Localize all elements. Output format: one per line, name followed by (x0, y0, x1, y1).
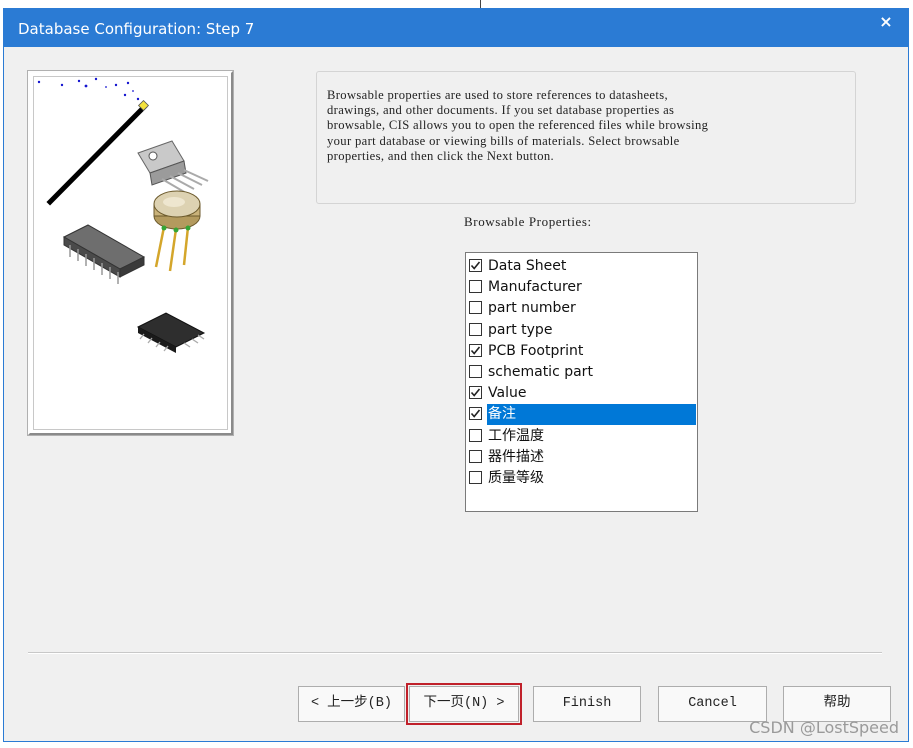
watermark: CSDN @LostSpeed (749, 718, 899, 737)
browsable-properties-list[interactable]: Data Sheet Manufacturer part number part ty… (465, 252, 698, 512)
browsable-properties-label: Browsable Properties: (464, 214, 592, 229)
checkbox-checked-icon[interactable] (469, 259, 482, 272)
property-item-label: schematic part (488, 364, 593, 380)
help-button[interactable]: 帮助 (783, 686, 891, 722)
property-item[interactable]: Value (467, 383, 696, 404)
title-bar[interactable]: Database Configuration: Step 7 × (4, 9, 908, 47)
cancel-button[interactable]: Cancel (658, 686, 767, 722)
checkbox-unchecked-icon[interactable] (469, 365, 482, 378)
property-item-label: Value (488, 385, 527, 402)
finish-button[interactable]: Finish (533, 686, 641, 722)
property-item[interactable]: schematic part (467, 362, 696, 383)
property-item-label: 工作温度 (488, 427, 544, 444)
next-button[interactable]: 下一页(N) > (406, 683, 522, 725)
checkbox-unchecked-icon[interactable] (469, 301, 482, 315)
property-item-label: part number (488, 300, 576, 317)
property-item-label: part type (488, 321, 553, 338)
property-item-label: 器件描述 (488, 448, 544, 465)
electronic-components-illustration (37, 77, 209, 353)
background-window-edge (480, 0, 481, 8)
footer-separator (28, 652, 882, 654)
property-item-label: PCB Footprint (488, 342, 584, 359)
checkbox-checked-icon[interactable] (469, 386, 482, 400)
close-icon[interactable]: × (876, 12, 896, 32)
checkbox-unchecked-icon[interactable] (469, 471, 482, 484)
checkbox-unchecked-icon[interactable] (469, 280, 482, 294)
wizard-illustration (27, 70, 234, 436)
property-item[interactable]: Manufacturer (467, 277, 696, 298)
property-item-label: Data Sheet (488, 258, 567, 274)
description-panel: Browsable properties are used to store r… (316, 71, 856, 204)
checkbox-checked-icon[interactable] (469, 343, 482, 357)
database-configuration-dialog: Database Configuration: Step 7 × Browsab… (3, 8, 909, 742)
back-button[interactable]: < 上一步(B) (298, 686, 405, 722)
checkbox-unchecked-icon[interactable] (469, 322, 482, 336)
property-item[interactable]: PCB Footprint (467, 341, 696, 362)
property-item-label: 备注 (487, 404, 696, 426)
description-text: Browsable properties are used to store r… (327, 88, 709, 163)
checkbox-unchecked-icon[interactable] (469, 449, 482, 463)
property-item[interactable]: part type (467, 320, 696, 341)
property-item[interactable]: Data Sheet (467, 256, 696, 277)
window-title: Database Configuration: Step 7 (18, 20, 255, 38)
property-item[interactable]: 备注 (467, 404, 696, 426)
property-item[interactable]: part number (467, 298, 696, 319)
checkbox-unchecked-icon[interactable] (469, 428, 482, 442)
checkbox-checked-icon[interactable] (469, 407, 482, 421)
property-item[interactable]: 工作温度 (467, 426, 696, 447)
property-item[interactable]: 质量等级 (467, 468, 696, 489)
property-item-label: 质量等级 (488, 470, 544, 486)
property-item-label: Manufacturer (488, 279, 582, 296)
property-item[interactable]: 器件描述 (467, 447, 696, 468)
